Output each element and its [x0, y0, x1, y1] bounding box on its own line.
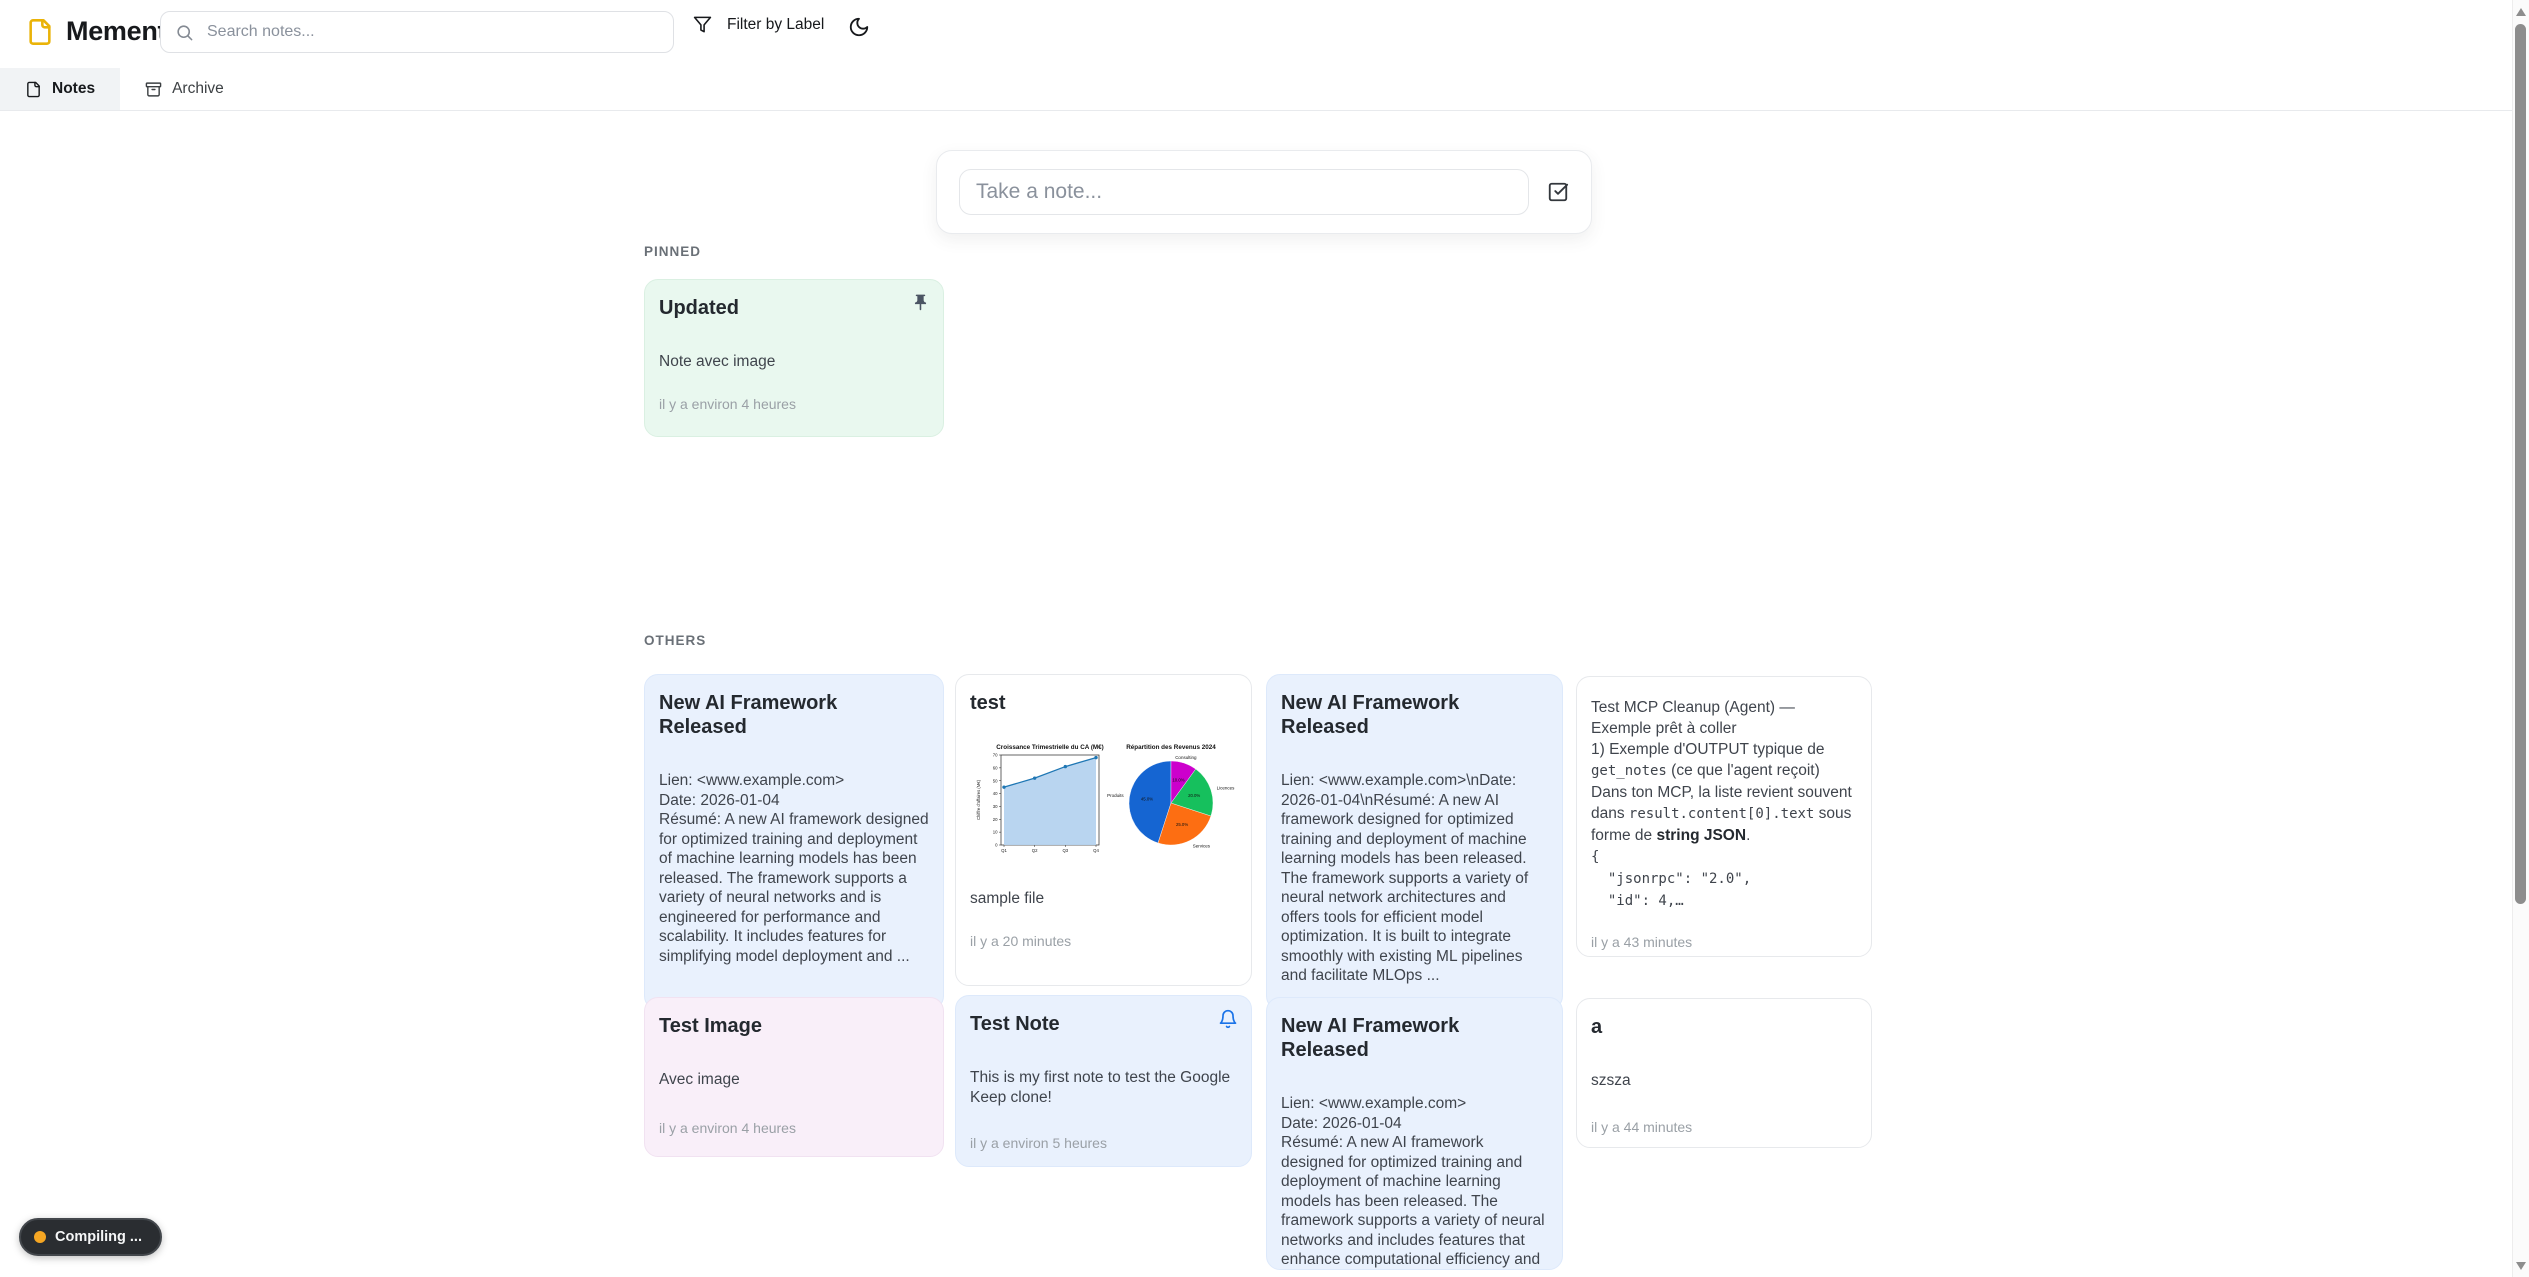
- note-card-test[interactable]: test Croissance Trimestrielle du CA (M€)…: [955, 674, 1252, 986]
- note-title: New AI Framework Released: [1281, 691, 1548, 739]
- search-box[interactable]: [160, 11, 674, 53]
- theme-toggle-button[interactable]: [848, 16, 870, 38]
- note-card-test-note[interactable]: Test Note This is my first note to test …: [955, 995, 1252, 1167]
- note-body: Lien: <www.example.com>\nDate: 2026-01-0…: [1281, 771, 1548, 986]
- note-card-mcp-cleanup[interactable]: Test MCP Cleanup (Agent) — Exemple prêt …: [1576, 676, 1872, 957]
- status-label: Compiling ...: [55, 1229, 142, 1245]
- tab-archive[interactable]: Archive: [120, 68, 249, 110]
- search-input[interactable]: [205, 22, 659, 42]
- svg-text:Q1: Q1: [1001, 848, 1007, 853]
- tab-notes[interactable]: Notes: [0, 68, 120, 110]
- svg-text:Répartition des Revenus 2024: Répartition des Revenus 2024: [1126, 744, 1216, 751]
- svg-text:Consulting: Consulting: [1175, 755, 1197, 760]
- scrollbar[interactable]: [2512, 0, 2529, 1277]
- svg-text:50: 50: [993, 778, 998, 783]
- note-timestamp: il y a 20 minutes: [970, 933, 1237, 949]
- svg-text:30: 30: [993, 804, 998, 809]
- tab-notes-label: Notes: [52, 80, 95, 98]
- note-title: New AI Framework Released: [1281, 1014, 1548, 1062]
- svg-text:20.0%: 20.0%: [1188, 793, 1200, 798]
- note-body: Avec image: [659, 1070, 929, 1090]
- note-card-a[interactable]: a szsza il y a 44 minutes: [1576, 998, 1872, 1148]
- svg-text:10: 10: [993, 830, 998, 835]
- take-note-input[interactable]: [959, 169, 1529, 215]
- new-checklist-button[interactable]: [1547, 181, 1569, 203]
- svg-text:Q2: Q2: [1032, 848, 1038, 853]
- note-card-news-3[interactable]: New AI Framework Released Lien: <www.exa…: [1266, 997, 1563, 1270]
- svg-text:Produits: Produits: [1107, 793, 1124, 798]
- filter-by-label-button[interactable]: Filter by Label: [693, 15, 824, 34]
- note-composer: [936, 150, 1592, 234]
- pinned-section-label: PINNED: [644, 244, 701, 259]
- tab-archive-label: Archive: [172, 80, 224, 98]
- status-dot: [34, 1231, 46, 1243]
- svg-text:Croissance Trimestrielle du CA: Croissance Trimestrielle du CA (M€): [996, 744, 1104, 751]
- svg-text:10.0%: 10.0%: [1172, 777, 1184, 782]
- note-card-updated[interactable]: Updated Note avec image il y a environ 4…: [644, 279, 944, 437]
- note-title: New AI Framework Released: [659, 691, 929, 739]
- pin-icon[interactable]: [911, 293, 930, 312]
- note-title: Test Note: [970, 1012, 1237, 1036]
- note-body: Lien: <www.example.com> Date: 2026-01-04…: [659, 771, 929, 966]
- checkbox-icon: [1547, 181, 1569, 203]
- svg-text:Services: Services: [1193, 843, 1211, 848]
- scroll-down-arrow[interactable]: [2516, 1262, 2526, 1270]
- filter-icon: [693, 15, 712, 34]
- svg-text:Q4: Q4: [1093, 848, 1099, 853]
- svg-text:40: 40: [993, 791, 998, 796]
- svg-text:0: 0: [995, 843, 998, 848]
- note-card-news-1[interactable]: New AI Framework Released Lien: <www.exa…: [644, 674, 944, 1010]
- search-icon: [175, 23, 194, 42]
- note-timestamp: il y a environ 4 heures: [659, 1120, 929, 1136]
- svg-text:Chiffre d'affaires (M€): Chiffre d'affaires (M€): [976, 779, 981, 820]
- file-icon: [26, 18, 54, 46]
- svg-text:25.0%: 25.0%: [1176, 822, 1188, 827]
- note-timestamp: il y a 43 minutes: [1591, 934, 1857, 950]
- note-timestamp: il y a environ 5 heures: [970, 1135, 1237, 1151]
- note-body: sample file: [970, 889, 1237, 909]
- note-title: Updated: [659, 296, 929, 320]
- note-body: Lien: <www.example.com> Date: 2026-01-04…: [1281, 1094, 1548, 1270]
- svg-text:Licences: Licences: [1217, 786, 1236, 791]
- scroll-up-arrow[interactable]: [2516, 8, 2526, 16]
- note-card-test-image[interactable]: Test Image Avec image il y a environ 4 h…: [644, 997, 944, 1157]
- filter-label: Filter by Label: [727, 16, 824, 34]
- svg-text:20: 20: [993, 817, 998, 822]
- note-timestamp: il y a 44 minutes: [1591, 1119, 1857, 1135]
- svg-text:60: 60: [993, 765, 998, 770]
- app-header: Memento Filter by Label: [0, 0, 2513, 68]
- note-body: Test MCP Cleanup (Agent) — Exemple prêt …: [1591, 697, 1857, 912]
- note-body: szsza: [1591, 1071, 1857, 1091]
- note-card-news-2[interactable]: New AI Framework Released Lien: <www.exa…: [1266, 674, 1563, 1010]
- others-section-label: OTHERS: [644, 633, 706, 648]
- note-body: Note avec image: [659, 352, 929, 372]
- app-logo: Memento: [26, 16, 182, 47]
- note-icon: [25, 81, 42, 98]
- archive-icon: [145, 81, 162, 98]
- bell-icon[interactable]: [1218, 1009, 1238, 1029]
- note-image: Croissance Trimestrielle du CA (M€) 0 10 20…: [970, 739, 1237, 865]
- note-body: This is my first note to test the Google…: [970, 1068, 1237, 1107]
- svg-text:45.0%: 45.0%: [1141, 797, 1153, 802]
- tab-bar: Notes Archive: [0, 68, 2513, 111]
- note-timestamp: il y a environ 4 heures: [659, 396, 929, 412]
- note-title: Test Image: [659, 1014, 929, 1038]
- moon-icon: [848, 16, 870, 38]
- svg-text:70: 70: [993, 753, 998, 758]
- compiling-status-toast: Compiling ...: [19, 1218, 162, 1256]
- note-title: test: [970, 691, 1237, 715]
- note-title: a: [1591, 1015, 1857, 1039]
- scrollbar-thumb[interactable]: [2515, 24, 2526, 904]
- svg-text:Q3: Q3: [1062, 848, 1068, 853]
